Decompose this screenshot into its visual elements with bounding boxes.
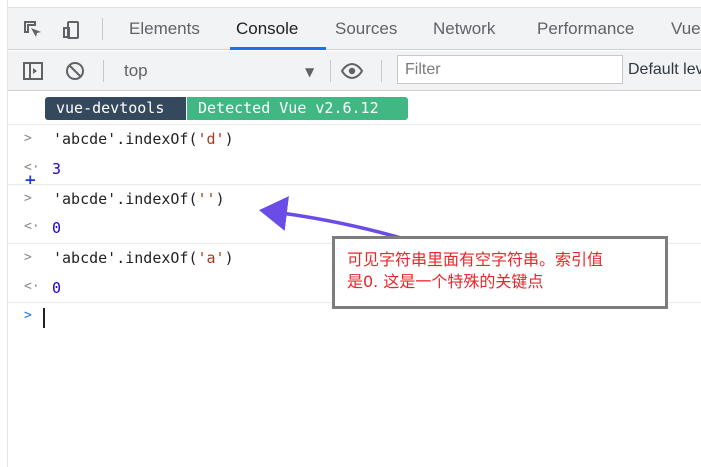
console-result-value: 0 <box>52 279 62 297</box>
vue-version-badge: Detected Vue v2.6.12 <box>187 97 408 120</box>
console-divider <box>8 184 701 185</box>
console-input-code[interactable]: 'abcde'.indexOf('') <box>53 190 225 208</box>
active-tab-indicator <box>230 47 326 50</box>
annotation-line-2: 是0. 这是一个特殊的关键点 <box>347 272 544 291</box>
console-divider <box>8 124 701 125</box>
left-edge <box>0 0 8 467</box>
annotation-line-1: 可见字符串里面有空字符串。索引值 <box>347 250 604 269</box>
console-input-code[interactable]: 'abcde'.indexOf('a') <box>53 249 234 267</box>
device-toolbar-icon[interactable] <box>62 19 84 41</box>
toolbar-separator <box>330 60 331 82</box>
vue-devtools-badge: vue-devtools <box>45 97 186 120</box>
tab-vue[interactable]: Vue <box>671 8 701 50</box>
devtools-tab-bar: Elements Console Sources Network Perform… <box>8 8 701 50</box>
console-prompt-row[interactable]: > <box>8 306 701 332</box>
console-toolbar: top ▼ Filter Default levels <box>8 51 701 91</box>
tab-console[interactable]: Console <box>236 8 298 50</box>
active-prompt-icon: > <box>24 308 32 323</box>
toolbar-separator <box>103 60 104 82</box>
input-prompt-icon: > <box>24 250 32 265</box>
tab-network[interactable]: Network <box>433 8 495 50</box>
result-arrow-icon: <· <box>24 219 40 234</box>
annotation-box: 可见字符串里面有空字符串。索引值 是0. 这是一个特殊的关键点 <box>332 236 668 309</box>
filter-input[interactable]: Filter <box>397 55 623 84</box>
text-cursor <box>43 308 45 328</box>
console-input-code[interactable]: 'abcde'.indexOf('d') <box>53 130 234 148</box>
input-prompt-icon: > <box>24 191 32 206</box>
console-input-row: > 'abcde'.indexOf('') <box>8 190 701 214</box>
console-result-row: <· 3 <box>8 160 701 182</box>
window-top-edge <box>0 0 701 8</box>
console-result-value: 0 <box>52 219 62 237</box>
add-marker-icon: + <box>24 171 37 189</box>
result-arrow-icon: <· <box>24 279 40 294</box>
log-levels-dropdown[interactable]: Default levels <box>628 61 701 79</box>
tab-sources[interactable]: Sources <box>335 8 397 50</box>
console-result-value: 3 <box>52 160 62 178</box>
input-prompt-icon: > <box>24 131 32 146</box>
inspect-element-icon[interactable] <box>22 19 44 41</box>
clear-console-icon[interactable] <box>64 60 86 82</box>
console-input-row: > 'abcde'.indexOf('d') <box>8 130 701 154</box>
tab-bar-separator <box>102 18 103 40</box>
context-selector[interactable]: top <box>124 61 148 81</box>
chevron-down-icon[interactable]: ▼ <box>305 65 314 79</box>
toolbar-separator <box>381 60 382 82</box>
show-sidebar-icon[interactable] <box>22 60 44 82</box>
tab-performance[interactable]: Performance <box>537 8 634 50</box>
tab-elements[interactable]: Elements <box>129 8 200 50</box>
live-expression-eye-icon[interactable] <box>340 60 364 82</box>
